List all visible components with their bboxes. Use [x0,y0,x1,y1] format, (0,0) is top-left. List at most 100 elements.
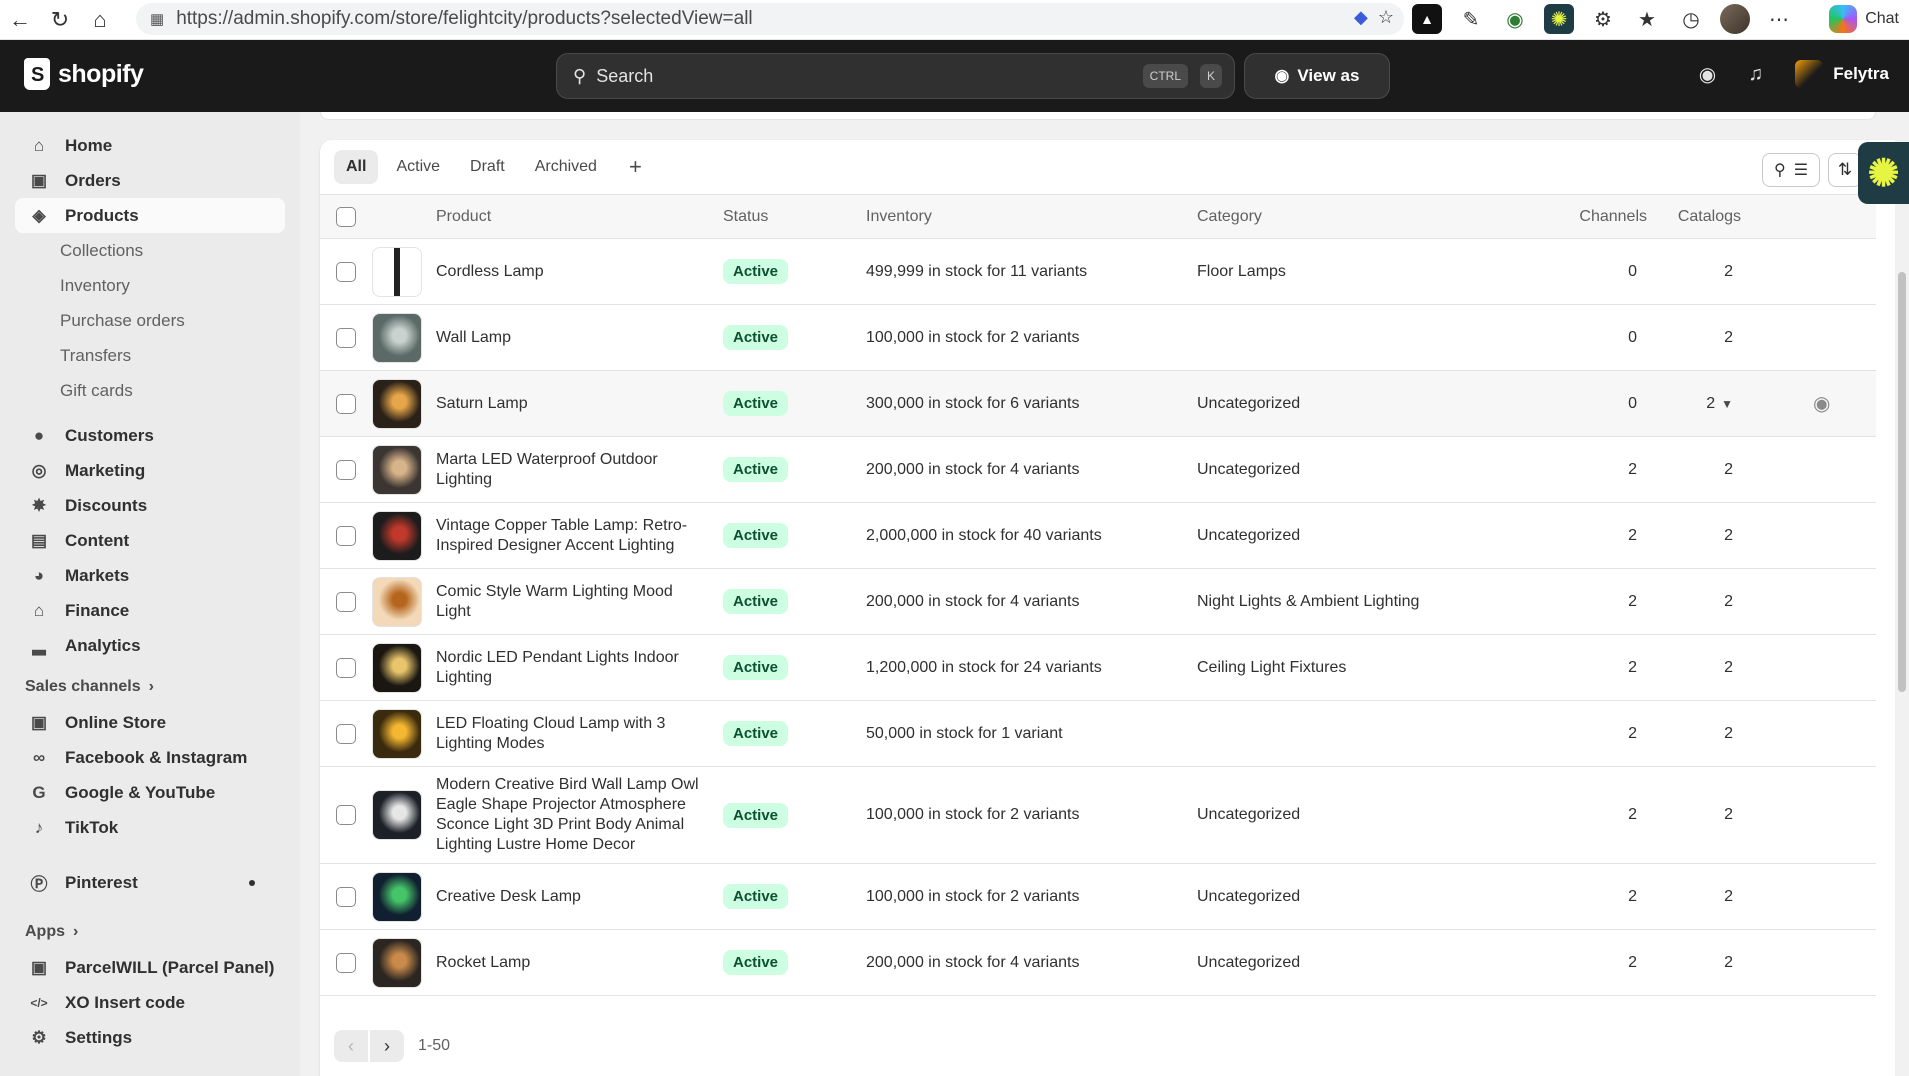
product-thumbnail[interactable] [372,510,422,561]
product-thumbnail[interactable] [372,246,422,297]
column-category[interactable]: Category [1197,195,1527,239]
table-row[interactable]: Comic Style Warm Lighting Mood Light Act… [320,568,1876,635]
more-menu-icon[interactable]: ⋯ [1764,4,1794,34]
table-row[interactable]: Nordic LED Pendant Lights Indoor Lightin… [320,634,1876,701]
sidebar-item-content[interactable]: ▤ Content [15,523,285,558]
preview-eye-icon[interactable]: ◉ [1813,393,1830,415]
product-thumbnail[interactable] [372,642,422,693]
row-checkbox[interactable] [336,723,356,744]
product-name[interactable]: Comic Style Warm Lighting Mood Light [436,568,723,635]
next-page-button[interactable]: › [370,1030,404,1062]
table-row[interactable]: Saturn Lamp Active 300,000 in stock for … [320,370,1876,437]
sidebar-item-home[interactable]: ⌂ Home [15,128,285,163]
catalogs-count[interactable]: 2 [1706,395,1715,412]
column-channels[interactable]: Channels [1527,195,1663,239]
table-row[interactable]: LED Floating Cloud Lamp with 3 Lighting … [320,700,1876,767]
sidebar-item-inventory[interactable]: Inventory [60,268,300,303]
view-as-button[interactable]: ◉ View as [1244,53,1390,99]
profile-avatar[interactable] [1720,4,1750,34]
product-thumbnail[interactable] [372,708,422,759]
product-thumbnail[interactable] [372,378,422,429]
product-name[interactable]: Vintage Copper Table Lamp: Retro-Inspire… [436,502,723,569]
sidebar-item-discounts[interactable]: ✸ Discounts [15,488,285,523]
history-icon[interactable]: ◷ [1676,4,1706,34]
product-thumbnail[interactable] [372,576,422,627]
sidebar-item-products[interactable]: ◈ Products [15,198,285,233]
row-checkbox[interactable] [336,591,356,612]
store-menu[interactable]: Felytra [1795,60,1889,88]
sidebar-item-customers[interactable]: ● Customers [15,418,285,453]
product-name[interactable]: Rocket Lamp [436,929,723,996]
sidebar-item-settings[interactable]: ⚙ Settings [15,1020,285,1055]
tab-active[interactable]: Active [384,150,452,184]
back-icon[interactable]: ← [0,0,40,40]
scrollbar-thumb[interactable] [1898,272,1906,692]
row-checkbox[interactable] [336,525,356,546]
sidebar-item-parcelwill[interactable]: ▣ ParcelWILL (Parcel Panel) [15,950,285,985]
sidebar-item-markets[interactable]: ◕ Markets [15,558,285,593]
product-thumbnail[interactable] [372,312,422,363]
search-bar[interactable]: ⚲ Search CTRL K [556,53,1235,99]
product-thumbnail[interactable] [372,871,422,922]
column-status[interactable]: Status [723,195,866,239]
bell-icon[interactable]: ♫ [1748,63,1763,86]
chevron-down-icon[interactable]: ▼ [1721,397,1733,411]
column-catalogs[interactable]: Catalogs [1663,195,1813,239]
product-name[interactable]: Cordless Lamp [436,238,723,305]
row-checkbox[interactable] [336,261,356,282]
tab-all[interactable]: All [334,150,379,184]
favorites-icon[interactable]: ★ [1632,4,1662,34]
product-name[interactable]: Creative Desk Lamp [436,863,723,930]
row-checkbox[interactable] [336,805,356,825]
column-inventory[interactable]: Inventory [866,195,1197,239]
floating-app-widget[interactable]: ✺ [1858,142,1909,204]
product-name[interactable]: Modern Creative Bird Wall Lamp Owl Eagle… [436,766,723,864]
sidebar-item-orders[interactable]: ▣ Orders [15,163,285,198]
row-checkbox[interactable] [336,459,356,480]
sidebar-item-marketing[interactable]: ◎ Marketing [15,453,285,488]
sidebar-item-tiktok[interactable]: ♪ TikTok [15,810,285,845]
extension-globe-icon[interactable]: ◉ [1500,4,1530,34]
sidebar-item-facebook-instagram[interactable]: ∞ Facebook & Instagram [15,740,285,775]
product-thumbnail[interactable] [372,937,422,988]
row-checkbox[interactable] [336,886,356,907]
sidebar-item-online-store[interactable]: ▣ Online Store [15,705,285,740]
row-checkbox[interactable] [336,393,356,414]
shopify-logo[interactable]: shopify [24,58,144,90]
extension-tag-icon[interactable]: ◆ [1354,7,1368,28]
select-all-checkbox[interactable] [336,206,356,227]
previous-page-button[interactable]: ‹ [334,1030,368,1062]
table-row[interactable]: Cordless Lamp Active 499,999 in stock fo… [320,238,1876,305]
row-checkbox[interactable] [336,952,356,973]
product-thumbnail[interactable] [372,790,422,840]
extension-star-icon[interactable]: ✺ [1544,4,1574,34]
address-bar[interactable]: ▦ https://admin.shopify.com/store/feligh… [136,3,1404,35]
url-text[interactable]: https://admin.shopify.com/store/felightc… [176,8,752,30]
extension-icon-1[interactable]: ▲ [1412,4,1442,34]
table-row[interactable]: Wall Lamp Active 100,000 in stock for 2 … [320,304,1876,371]
table-row[interactable]: Marta LED Waterproof Outdoor Lighting Ac… [320,436,1876,503]
product-name[interactable]: LED Floating Cloud Lamp with 3 Lighting … [436,700,723,767]
product-thumbnail[interactable] [372,444,422,495]
table-row[interactable]: Modern Creative Bird Wall Lamp Owl Eagle… [320,766,1876,864]
add-view-button[interactable]: + [615,150,656,184]
sidebar-item-finance[interactable]: ⌂ Finance [15,593,285,628]
apps-header[interactable]: Apps › [0,914,300,950]
sidebar-item-pinterest[interactable]: Ⓟ Pinterest [15,865,285,900]
column-product[interactable]: Product [436,195,723,239]
search-filter-button[interactable]: ⚲ ☰ [1762,153,1820,187]
table-row[interactable]: Creative Desk Lamp Active 100,000 in sto… [320,863,1876,930]
tab-draft[interactable]: Draft [458,150,517,184]
site-info-icon[interactable]: ▦ [150,10,164,28]
sales-channels-header[interactable]: Sales channels › [0,669,300,705]
sidekick-icon[interactable]: ◉ [1699,62,1716,87]
home-icon[interactable]: ⌂ [80,0,120,40]
copilot-chat-button[interactable]: Chat [1829,5,1899,33]
sidebar-item-google-youtube[interactable]: G Google & YouTube [15,775,285,810]
sidebar-item-collections[interactable]: Collections [60,233,300,268]
row-checkbox[interactable] [336,657,356,678]
tab-archived[interactable]: Archived [523,150,609,184]
product-name[interactable]: Wall Lamp [436,304,723,371]
sidebar-item-transfers[interactable]: Transfers [60,338,300,373]
sidebar-item-xo-insert-code[interactable]: </> XO Insert code [15,985,285,1020]
